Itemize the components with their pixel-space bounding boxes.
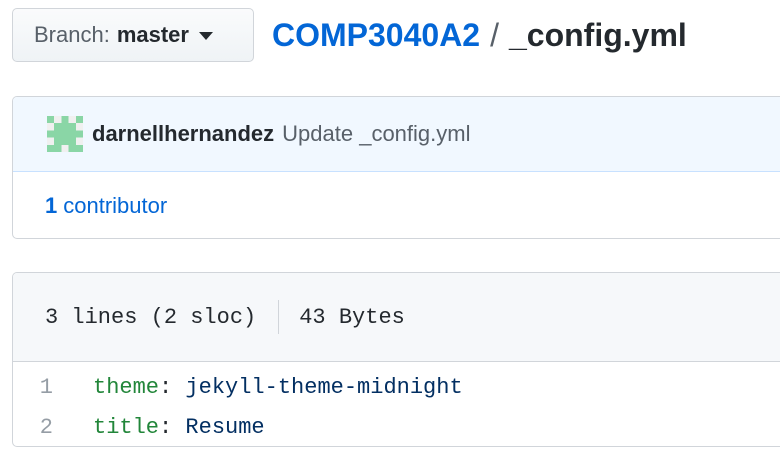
commit-author-link[interactable]: darnellhernandez [92,121,274,147]
breadcrumb-separator: / [490,16,499,53]
commit-message-link[interactable]: Update _config.yml [282,121,470,147]
code-line: 1 theme : jekyll-theme-midnight [13,367,780,407]
branch-prefix-label: Branch: [34,22,110,47]
file-info-divider [278,300,280,334]
latest-commit-box: darnellhernandez Update _config.yml 1 co… [12,96,780,239]
file-content-box: 3 lines (2 sloc) 43 Bytes 1 theme : jeky… [12,272,780,447]
yaml-key: theme [93,374,160,400]
avatar[interactable] [47,116,83,152]
line-number[interactable]: 1 [13,375,93,400]
yaml-value: Resume [185,414,265,440]
code-line: 2 title : Resume [13,407,780,446]
line-number[interactable]: 2 [13,415,93,440]
file-size: 43 Bytes [299,304,405,330]
chevron-down-icon [198,32,213,40]
breadcrumb-repo-link[interactable]: COMP3040A2 [272,17,480,54]
file-line-count: 3 lines (2 sloc) [45,304,257,330]
contributor-count: 1 [45,193,58,218]
file-info-header: 3 lines (2 sloc) 43 Bytes [13,273,780,362]
yaml-colon: : [159,374,173,400]
contributor-label: contributor [63,193,168,218]
yaml-key: title [93,414,160,440]
commit-header: darnellhernandez Update _config.yml [13,97,780,172]
file-view-page: Branch: master COMP3040A2 / _config.yml … [0,0,780,450]
yaml-value: jekyll-theme-midnight [185,374,463,400]
breadcrumb-file-name: _config.yml [508,16,687,53]
contributors-link[interactable]: 1 contributor [13,172,780,238]
branch-name-label: master [116,22,189,47]
code-block: 1 theme : jekyll-theme-midnight 2 title … [13,362,780,446]
yaml-colon: : [159,414,173,440]
branch-select-button[interactable]: Branch: master [12,8,254,62]
breadcrumb: COMP3040A2 / _config.yml [272,12,687,58]
